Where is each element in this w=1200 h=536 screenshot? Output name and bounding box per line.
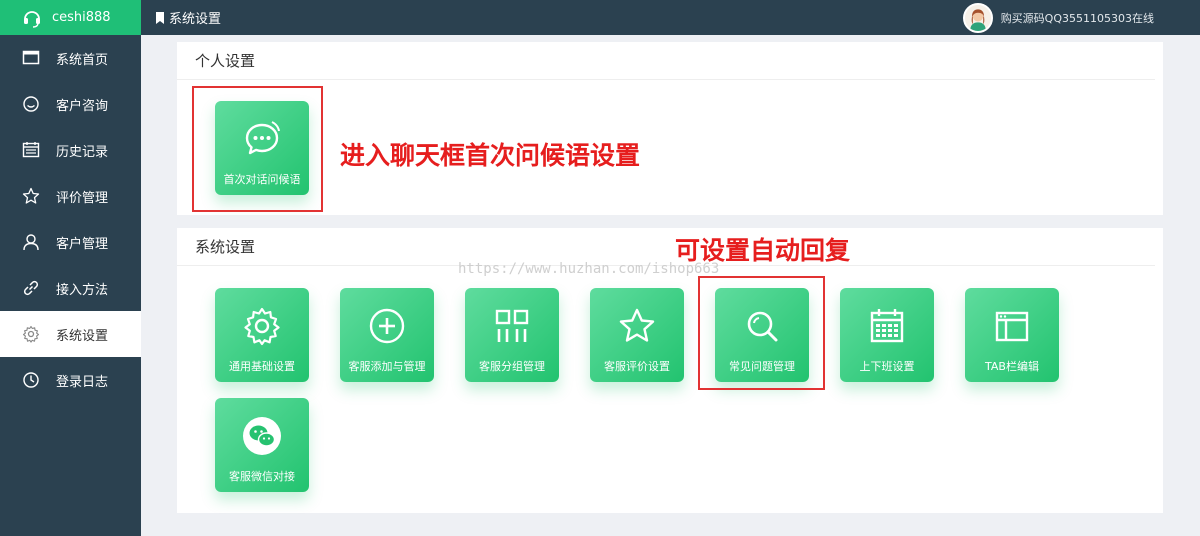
personal-settings-panel: 个人设置 首次对话问候语 — [177, 42, 1163, 215]
tile-wechat-integration[interactable]: 客服微信对接 — [215, 398, 309, 492]
sidebar-item-home[interactable]: 系统首页 — [0, 35, 141, 81]
sidebar-item-login-log[interactable]: 登录日志 — [0, 357, 141, 403]
sidebar-item-label: 接入方法 — [56, 282, 109, 298]
tile-agent-management[interactable]: 客服添加与管理 — [340, 288, 434, 382]
tile-label: 客服微信对接 — [229, 470, 295, 483]
gear-icon — [242, 306, 282, 346]
tile-agent-groups[interactable]: 客服分组管理 — [465, 288, 559, 382]
annotation-greeting: 进入聊天框首次问候语设置 — [340, 141, 641, 170]
user-icon — [22, 233, 40, 251]
tile-label: TAB栏编辑 — [985, 360, 1039, 373]
gear-icon — [22, 325, 40, 343]
headset-icon — [22, 8, 42, 28]
sidebar-item-label: 历史记录 — [56, 144, 109, 160]
link-icon — [22, 279, 40, 297]
watermark: https://www.huzhan.com/ishop663 — [458, 261, 720, 277]
sidebar-item-access[interactable]: 接入方法 — [0, 265, 141, 311]
star-icon — [22, 187, 40, 205]
sidebar-item-history[interactable]: 历史记录 — [0, 127, 141, 173]
sidebar-item-customers[interactable]: 客户管理 — [0, 219, 141, 265]
tile-review-settings[interactable]: 客服评价设置 — [590, 288, 684, 382]
calendar-icon — [867, 306, 907, 346]
sidebar-item-reviews[interactable]: 评价管理 — [0, 173, 141, 219]
tile-label: 上下班设置 — [859, 360, 915, 373]
window-icon — [992, 306, 1032, 346]
calendar-list-icon — [22, 141, 40, 159]
window-icon — [22, 49, 40, 67]
avatar[interactable] — [962, 2, 993, 33]
user-text: 购买源码QQ3551105303在线 — [1000, 11, 1154, 25]
sidebar-item-label: 登录日志 — [56, 374, 109, 390]
highlight-box-faq — [698, 276, 825, 390]
plus-circle-icon — [367, 306, 407, 346]
clock-icon — [22, 371, 40, 389]
tile-work-hours[interactable]: 上下班设置 — [840, 288, 934, 382]
brand[interactable]: ceshi888 — [0, 0, 141, 35]
tile-label: 客服添加与管理 — [348, 360, 426, 373]
brand-name: ceshi888 — [52, 10, 111, 25]
smile-icon — [22, 95, 40, 113]
tile-label: 通用基础设置 — [229, 360, 295, 373]
tile-general-settings[interactable]: 通用基础设置 — [215, 288, 309, 382]
tile-tab-edit[interactable]: TAB栏编辑 — [965, 288, 1059, 382]
user-info[interactable]: 购买源码QQ3551105303在线 — [962, 0, 1154, 35]
sidebar-item-label: 评价管理 — [56, 190, 109, 206]
wechat-icon — [242, 416, 282, 456]
breadcrumb-label: 系统设置 — [169, 12, 222, 27]
sidebar-item-settings[interactable]: 系统设置 — [0, 311, 141, 357]
panel-title: 个人设置 — [177, 42, 1155, 80]
bookmark-icon — [156, 11, 164, 24]
highlight-box-greeting — [192, 86, 323, 212]
sidebar: ceshi888 系统首页 客户咨询 历史记录 评价管理 客户管理 接入方法 系… — [0, 0, 141, 536]
star-icon — [617, 306, 657, 346]
sidebar-item-label: 客户咨询 — [56, 98, 109, 114]
tile-label: 客服评价设置 — [604, 360, 670, 373]
breadcrumb: 系统设置 — [141, 8, 221, 27]
top-header: 系统设置 购买源码QQ3551105303在线 — [141, 0, 1200, 35]
sidebar-item-consult[interactable]: 客户咨询 — [0, 81, 141, 127]
sidebar-item-label: 客户管理 — [56, 236, 109, 252]
group-icon — [492, 306, 532, 346]
sidebar-item-label: 系统首页 — [56, 52, 109, 68]
sidebar-item-label: 系统设置 — [56, 328, 109, 344]
tile-label: 客服分组管理 — [479, 360, 545, 373]
